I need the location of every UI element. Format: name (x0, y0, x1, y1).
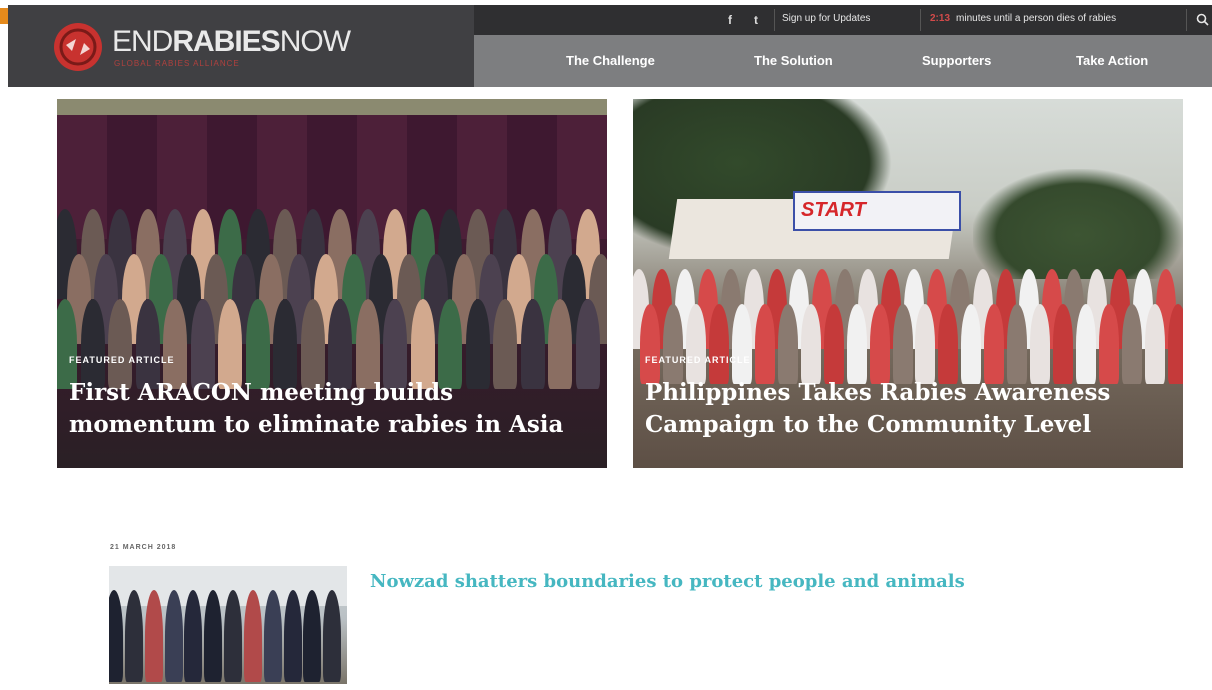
featured-label: Featured Article (645, 355, 751, 365)
person-silhouette (1098, 304, 1119, 384)
news-thumbnail[interactable] (109, 566, 347, 684)
person-silhouette (164, 590, 183, 682)
person-silhouette (144, 590, 163, 682)
person-silhouette (243, 590, 262, 682)
person-silhouette (663, 304, 684, 384)
ceiling (57, 99, 607, 115)
person-silhouette (892, 304, 913, 384)
utility-bar: f t Sign up for Updates 2:13 minutes unti… (474, 5, 1212, 35)
signup-link[interactable]: Sign up for Updates (782, 13, 870, 24)
rabies-death-counter: 2:13 minutes until a person dies of rabie… (930, 13, 1116, 24)
person-silhouette (204, 590, 223, 682)
person-silhouette (686, 304, 707, 384)
person-silhouette (438, 299, 462, 389)
person-silhouette (493, 299, 517, 389)
person-silhouette (465, 299, 490, 389)
person-silhouette (108, 299, 132, 389)
person-silhouette (548, 299, 572, 389)
person-silhouette (383, 299, 407, 389)
person-silhouette (1052, 304, 1073, 384)
start-banner: START (793, 191, 961, 231)
person-silhouette (263, 590, 282, 682)
corner-accent (0, 8, 8, 24)
person-silhouette (300, 299, 325, 389)
nav-item-take-action[interactable]: Take Action (1076, 53, 1148, 68)
person-silhouette (135, 299, 160, 389)
person-silhouette (224, 590, 242, 682)
news-date: 21 March 2018 (110, 544, 177, 551)
divider (774, 9, 775, 31)
crowd (109, 576, 347, 684)
person-silhouette (184, 590, 203, 682)
facebook-icon[interactable]: f (722, 12, 738, 28)
divider (920, 9, 921, 31)
person-silhouette (273, 299, 297, 389)
nav-item-challenge[interactable]: The Challenge (566, 53, 655, 68)
banner-text: START (801, 199, 866, 221)
person-silhouette (938, 304, 959, 384)
person-silhouette (1007, 304, 1028, 384)
divider (1186, 9, 1187, 31)
person-silhouette (218, 299, 242, 389)
person-silhouette (961, 304, 982, 384)
person-silhouette (355, 299, 380, 389)
person-silhouette (520, 299, 545, 389)
person-silhouette (109, 590, 123, 682)
person-silhouette (575, 299, 600, 389)
person-silhouette (328, 299, 352, 389)
person-silhouette (163, 299, 187, 389)
person-silhouette (1121, 304, 1142, 384)
person-silhouette (800, 304, 821, 384)
counter-value: 2:13 (930, 13, 951, 24)
logo-tagline: GLOBAL RABIES ALLIANCE (114, 59, 240, 68)
featured-article-card[interactable]: START Featured Article Philippines Takes… (633, 99, 1183, 468)
site-header: ENDRABIESNOW GLOBAL RABIES ALLIANCE f t … (8, 5, 1212, 87)
person-silhouette (823, 304, 844, 384)
person-silhouette (709, 304, 730, 384)
person-silhouette (190, 299, 215, 389)
person-silhouette (1167, 304, 1183, 384)
person-silhouette (245, 299, 270, 389)
person-silhouette (755, 304, 776, 384)
featured-title[interactable]: Philippines Takes Rabies Awareness Campa… (645, 377, 1175, 441)
person-silhouette (732, 304, 753, 384)
main-nav: The Challenge The Solution Supporters Ta… (474, 35, 1212, 87)
nav-item-supporters[interactable]: Supporters (922, 53, 991, 68)
person-silhouette (323, 590, 342, 682)
counter-text: minutes until a person dies of rabies (956, 13, 1117, 24)
featured-title[interactable]: First ARACON meeting builds momentum to … (69, 377, 599, 441)
person-silhouette (283, 590, 302, 682)
person-silhouette (869, 304, 890, 384)
featured-label: Featured Article (69, 355, 175, 365)
logo[interactable]: ENDRABIESNOW GLOBAL RABIES ALLIANCE (8, 5, 474, 87)
person-silhouette (410, 299, 435, 389)
person-silhouette (1075, 304, 1096, 384)
featured-article-card[interactable]: Featured Article First ARACON meeting bu… (57, 99, 607, 468)
person-silhouette (124, 590, 143, 682)
person-silhouette (80, 299, 105, 389)
twitter-icon[interactable]: t (748, 12, 764, 28)
logo-wordmark: ENDRABIESNOW (112, 25, 351, 58)
person-silhouette (846, 304, 867, 384)
logo-icon (54, 23, 102, 71)
nav-item-solution[interactable]: The Solution (754, 53, 833, 68)
person-silhouette (1144, 304, 1165, 384)
person-silhouette (984, 304, 1005, 384)
news-title[interactable]: Nowzad shatters boundaries to protect pe… (370, 566, 970, 597)
person-silhouette (1030, 304, 1051, 384)
search-icon[interactable] (1196, 13, 1209, 26)
person-silhouette (303, 590, 322, 682)
person-silhouette (777, 304, 798, 384)
